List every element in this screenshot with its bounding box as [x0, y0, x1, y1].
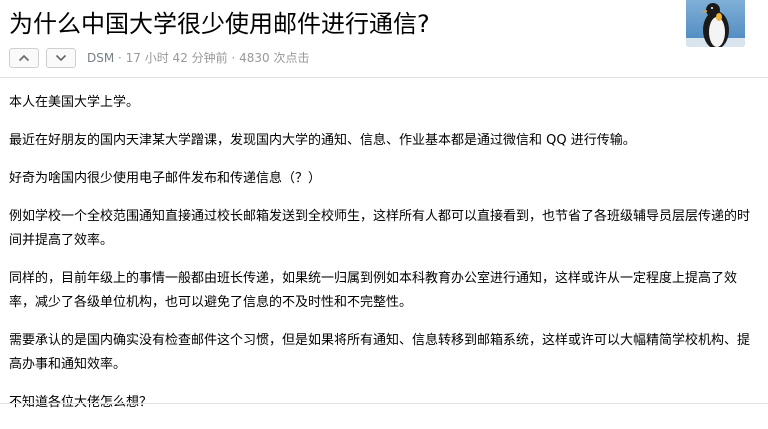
author-link[interactable]: DSM — [87, 51, 114, 65]
topic-meta: DSM · 17 小时 42 分钟前 · 4830 次点击 — [87, 49, 309, 67]
content-divider — [0, 403, 768, 404]
content-paragraph: 好奇为啥国内很少使用电子邮件发布和传递信息（？） — [9, 171, 322, 186]
penguin-avatar-icon — [686, 0, 745, 47]
content-paragraph: 需要承认的是国内确实没有检查邮件这个习惯，但是如果将所有通知、信息转移到邮箱系统… — [9, 333, 751, 372]
chevron-down-icon — [55, 54, 67, 62]
topic-title: 为什么中国大学很少使用邮件进行通信? — [9, 10, 430, 38]
topic-header: 为什么中国大学很少使用邮件进行通信? DSM · 17 小时 42 分钟前 · … — [0, 0, 768, 78]
content-paragraph: 同样的，目前年级上的事情一般都由班长传递，如果统一归属到例如本科教育办公室进行通… — [9, 271, 738, 310]
topic-meta-info: · 17 小时 42 分钟前 · 4830 次点击 — [114, 51, 310, 65]
content-paragraph: 最近在好朋友的国内天津某大学蹭课，发现国内大学的通知、信息、作业基本都是通过微信… — [9, 133, 636, 148]
upvote-button[interactable] — [9, 48, 39, 68]
content-paragraph: 例如学校一个全校范围通知直接通过校长邮箱发送到全校师生，这样所有人都可以直接看到… — [9, 209, 751, 248]
content-paragraph: 本人在美国大学上学。 — [9, 95, 140, 110]
downvote-button[interactable] — [46, 48, 76, 68]
topic-content: 本人在美国大学上学。 最近在好朋友的国内天津某大学蹭课，发现国内大学的通知、信息… — [9, 78, 754, 429]
chevron-up-icon — [18, 54, 30, 62]
author-avatar[interactable] — [686, 0, 745, 47]
